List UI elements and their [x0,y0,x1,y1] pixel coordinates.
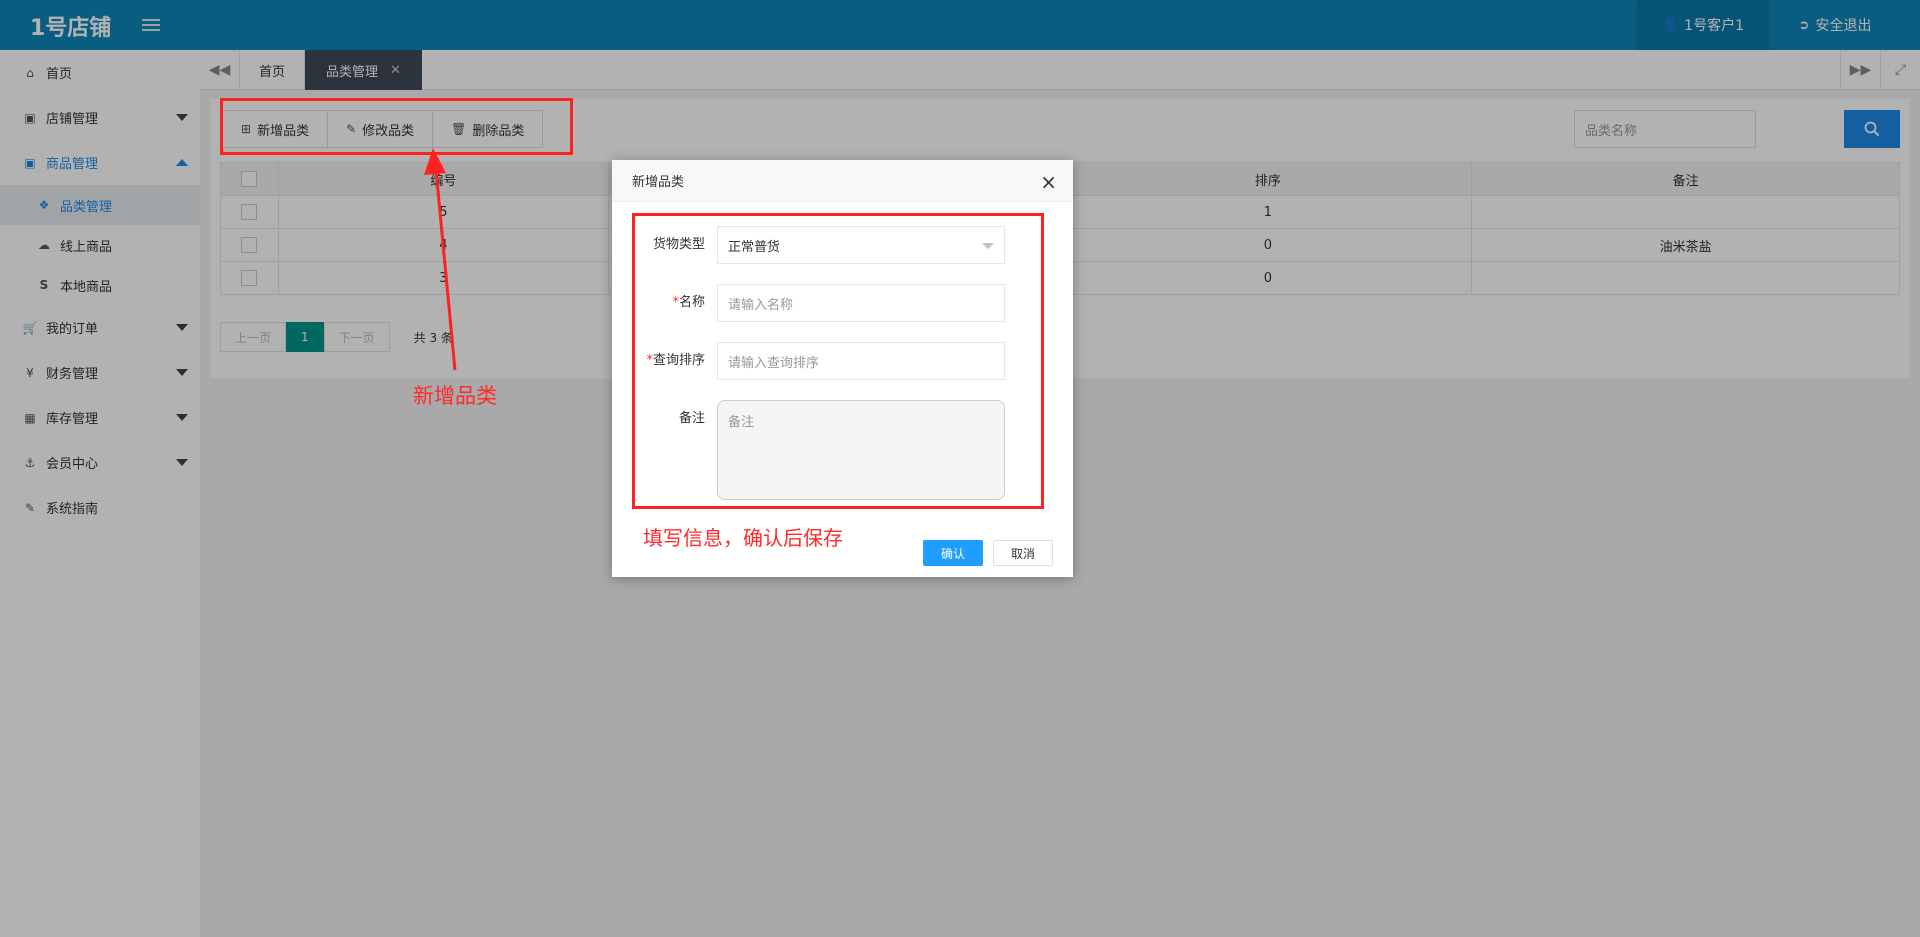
annotation-add-label: 新增品类 [413,384,497,408]
close-icon[interactable]: × [1040,170,1057,194]
dialog-title: 新增品类 [612,160,1073,202]
annotation-fill-label: 填写信息，确认后保存 [643,526,843,550]
add-category-dialog: 新增品类 × 货物类型 正常普货 *名称 请输入名称 *查询排序 请输入查询排序… [612,160,1073,577]
annotation-highlight-toolbar [220,98,573,155]
cancel-button[interactable]: 取消 [993,540,1053,566]
confirm-button[interactable]: 确认 [923,540,983,566]
annotation-highlight-form [632,213,1044,509]
